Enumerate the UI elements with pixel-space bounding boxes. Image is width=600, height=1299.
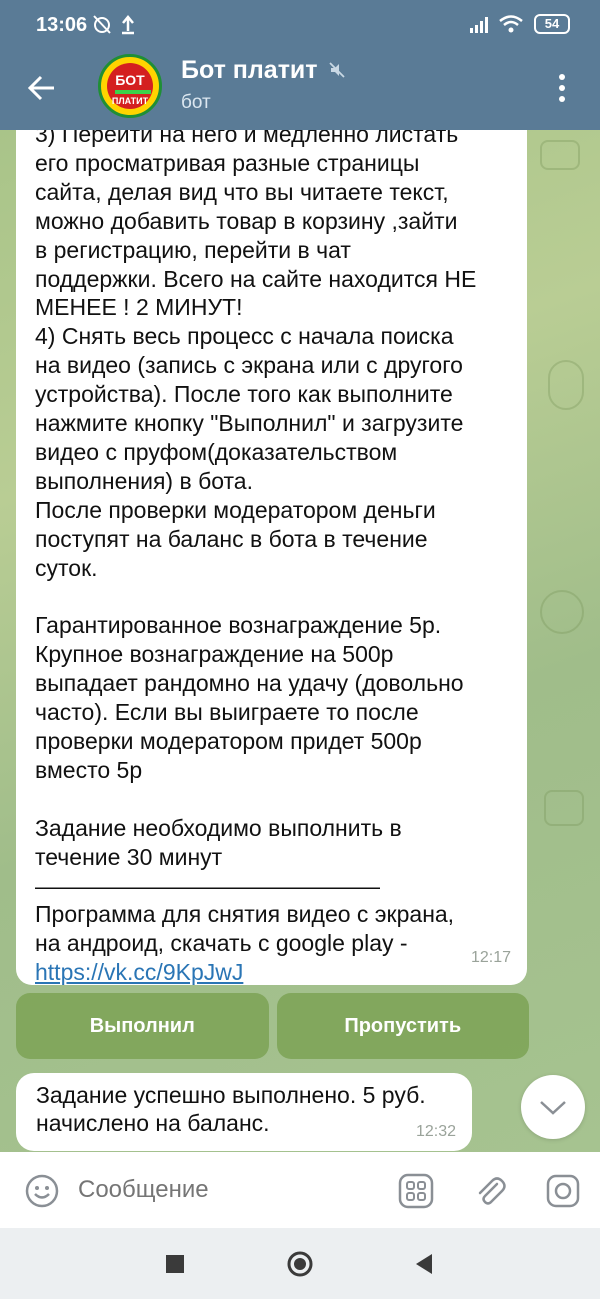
avatar[interactable]: БОТ ПЛАТИТ (98, 54, 162, 118)
battery-icon: 54 (534, 14, 570, 34)
done-button[interactable]: Выполнил (16, 993, 269, 1059)
inline-keyboard: Выполнил Пропустить (16, 993, 529, 1059)
system-nav-bar (0, 1228, 600, 1299)
background-doodle (540, 590, 584, 634)
message-link[interactable]: https://vk.cc/9KpJwJ (35, 959, 243, 985)
alarm-off-icon (93, 15, 134, 35)
message-bubble-reply[interactable]: Задание успешно выполнено. 5 руб. начисл… (16, 1073, 472, 1151)
home-button[interactable] (286, 1250, 314, 1278)
skip-button[interactable]: Пропустить (276, 993, 529, 1059)
message-time: 12:17 (470, 949, 511, 966)
chat-header: БОТ ПЛАТИТ Бот платит бот (0, 52, 600, 130)
avatar-logo: БОТ ПЛАТИТ (107, 63, 153, 109)
attach-icon[interactable] (471, 1172, 509, 1210)
chat-title[interactable]: Бот платит (181, 56, 318, 85)
message-input-bar (0, 1152, 600, 1228)
message-body: 3) Перейти на него и медленно листать ег… (35, 130, 477, 957)
more-menu-button[interactable] (550, 70, 574, 106)
chevron-down-icon (540, 1101, 566, 1115)
bot-commands-icon[interactable] (397, 1172, 435, 1210)
status-icons-right: 54 (470, 14, 570, 34)
message-text: 3) Перейти на него и медленно листать ег… (35, 130, 507, 987)
mute-icon (329, 62, 345, 78)
message-bubble[interactable]: 3) Перейти на него и медленно листать ег… (16, 130, 527, 985)
recent-apps-button[interactable] (161, 1250, 189, 1278)
back-button[interactable] (22, 68, 62, 108)
back-nav-button[interactable] (410, 1250, 438, 1278)
status-time: 13:06 (36, 14, 88, 36)
background-doodle (548, 360, 584, 410)
chat-subtitle: бот (181, 92, 211, 113)
status-notification-icons (92, 13, 140, 40)
message-time: 12:32 (415, 1123, 456, 1140)
message-input[interactable] (78, 1176, 378, 1204)
message-text: Задание успешно выполнено. 5 руб. начисл… (36, 1082, 426, 1136)
wifi-icon (499, 15, 523, 33)
menu-dot-icon (559, 74, 565, 80)
scroll-down-button[interactable] (521, 1075, 585, 1139)
signal-icon (470, 15, 488, 33)
arrow-left-icon (27, 75, 54, 101)
emoji-icon[interactable] (24, 1173, 60, 1209)
status-bar: 13:06 54 (0, 0, 600, 52)
camera-icon[interactable] (544, 1172, 582, 1210)
background-doodle (544, 790, 584, 826)
background-doodle (540, 140, 580, 170)
chat-area[interactable]: 3) Перейти на него и медленно листать ег… (0, 130, 600, 1152)
